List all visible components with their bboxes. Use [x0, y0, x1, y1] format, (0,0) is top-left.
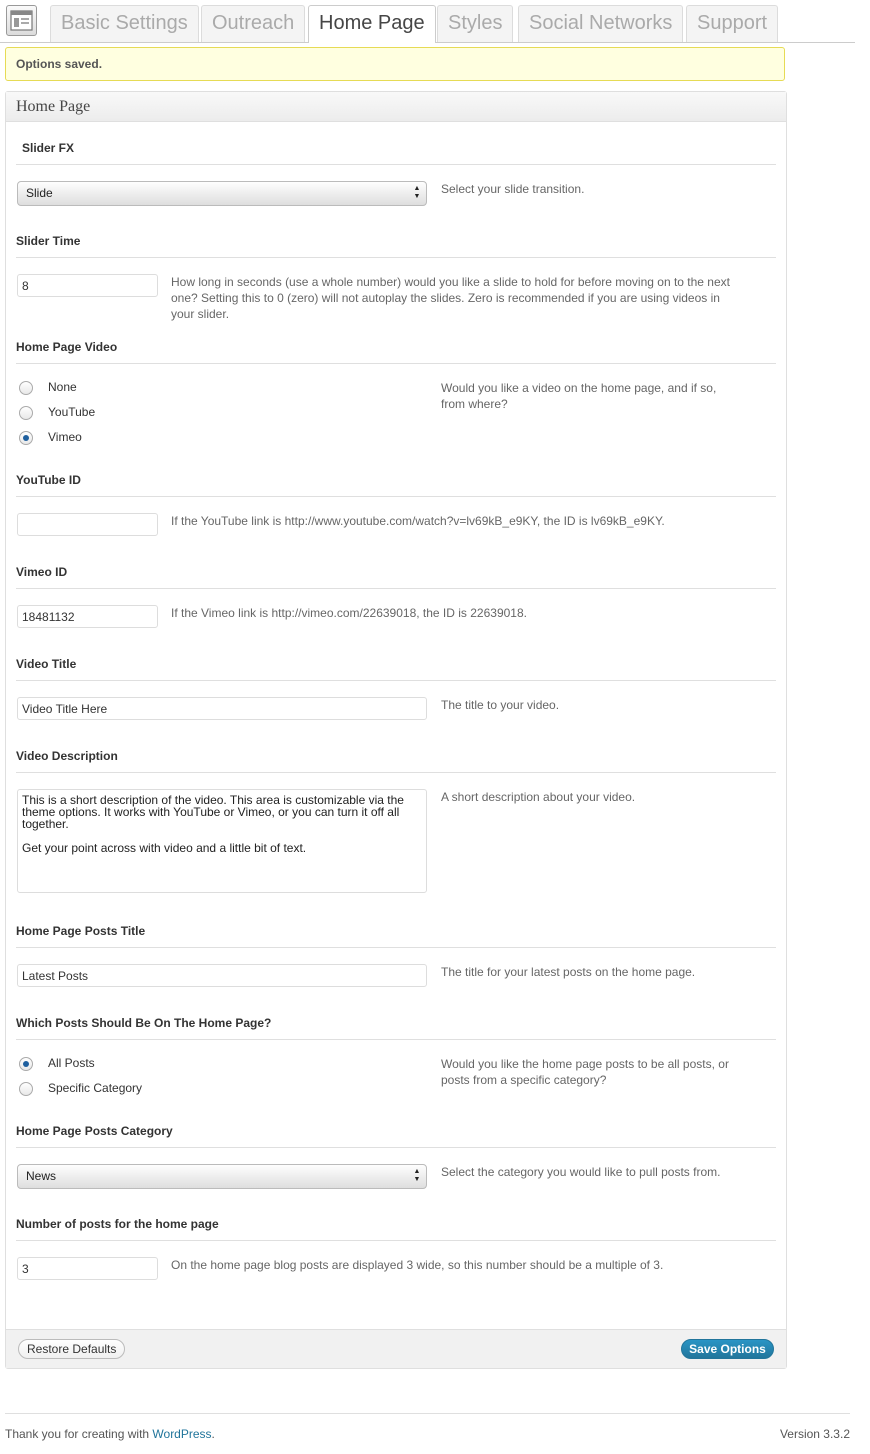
slider-fx-select[interactable]: Slide ▲ ▼ — [17, 181, 427, 206]
posts-category-select[interactable]: News ▲ ▼ — [17, 1164, 427, 1189]
posts-category-desc: Select the category you would like to pu… — [441, 1165, 721, 1179]
vimeo-id-input[interactable] — [17, 605, 158, 628]
vimeo-id-title: Vimeo ID — [16, 565, 68, 579]
posts-radio-all[interactable] — [19, 1057, 33, 1071]
divider — [16, 772, 776, 773]
divider — [16, 1039, 776, 1040]
video-radio-youtube[interactable] — [19, 406, 33, 420]
tab-basic-settings[interactable]: Basic Settings — [50, 5, 199, 42]
select-arrows-icon: ▲ ▼ — [413, 1168, 421, 1183]
slider-fx-title: Slider FX — [22, 141, 75, 155]
tab-outreach[interactable]: Outreach — [201, 5, 306, 42]
divider — [16, 680, 776, 681]
wordpress-link[interactable]: WordPress — [152, 1427, 211, 1441]
home-page-video-title: Home Page Video — [16, 340, 118, 354]
slider-time-desc: How long in seconds (use a whole number)… — [171, 275, 730, 321]
footer-divider — [5, 1413, 850, 1414]
num-posts-input[interactable] — [17, 1257, 158, 1280]
tab-home-page[interactable]: Home Page — [308, 5, 436, 43]
num-posts-desc: On the home page blog posts are displaye… — [171, 1258, 664, 1272]
slider-time-input[interactable] — [17, 274, 158, 297]
vimeo-id-desc: If the Vimeo link is http://vimeo.com/22… — [171, 606, 527, 620]
which-posts-title: Which Posts Should Be On The Home Page? — [16, 1016, 272, 1030]
video-description-title: Video Description — [16, 749, 118, 763]
posts-radio-category[interactable] — [19, 1082, 33, 1096]
home-page-options-panel: Home Page Slider FX Slide ▲ ▼ Select your… — [5, 91, 787, 1369]
tab-social-networks[interactable]: Social Networks — [518, 5, 684, 42]
video-radio-none[interactable] — [19, 381, 33, 395]
home-page-video-desc: Would you like a video on the home page,… — [441, 381, 717, 411]
video-option-youtube: YouTube — [48, 405, 96, 419]
slider-time-title: Slider Time — [16, 234, 81, 248]
divider — [16, 947, 776, 948]
select-arrows-icon: ▲ ▼ — [413, 185, 421, 200]
restore-defaults-button[interactable]: Restore Defaults — [18, 1339, 126, 1359]
video-title-desc: The title to your video. — [441, 698, 560, 712]
footer-credit: Thank you for creating with WordPress. — [5, 1427, 215, 1441]
divider — [16, 496, 776, 497]
which-posts-desc: Would you like the home page posts to be… — [441, 1057, 729, 1087]
youtube-id-title: YouTube ID — [16, 473, 81, 487]
divider — [16, 164, 776, 165]
num-posts-title: Number of posts for the home page — [16, 1217, 219, 1231]
theme-options-icon — [6, 5, 37, 36]
posts-category-value: News — [26, 1169, 57, 1183]
version-label: Version 3.3.2 — [779, 1427, 850, 1441]
video-option-vimeo: Vimeo — [48, 430, 82, 444]
footer-credit-text: Thank you for creating with — [5, 1427, 153, 1441]
divider — [16, 1240, 776, 1241]
footer-credit-period: . — [211, 1427, 215, 1441]
youtube-id-input[interactable] — [17, 513, 158, 536]
divider — [16, 588, 776, 589]
options-saved-notice: Options saved. — [5, 47, 785, 81]
video-title-input[interactable] — [17, 697, 427, 720]
posts-title-title: Home Page Posts Title — [16, 924, 146, 938]
posts-option-all: All Posts — [48, 1056, 95, 1070]
divider — [16, 363, 776, 364]
save-options-button[interactable]: Save Options — [681, 1339, 774, 1359]
video-option-none: None — [48, 380, 77, 394]
slider-fx-value: Slide — [26, 186, 53, 200]
video-title-title: Video Title — [16, 657, 77, 671]
video-description-desc: A short description about your video. — [441, 790, 636, 804]
panel-header: Home Page — [6, 92, 786, 122]
tab-bar: Basic Settings Outreach Home Page Styles… — [0, 0, 855, 43]
tab-support[interactable]: Support — [686, 5, 779, 42]
video-radio-vimeo[interactable] — [19, 431, 33, 445]
tab-styles[interactable]: Styles — [437, 5, 514, 42]
posts-title-desc: The title for your latest posts on the h… — [441, 965, 696, 979]
video-description-textarea[interactable]: This is a short description of the video… — [17, 789, 427, 893]
slider-fx-desc: Select your slide transition. — [441, 182, 585, 196]
youtube-id-desc: If the YouTube link is http://www.youtub… — [171, 514, 665, 528]
posts-category-title: Home Page Posts Category — [16, 1124, 173, 1138]
posts-option-category: Specific Category — [48, 1081, 143, 1095]
divider — [16, 1147, 776, 1148]
divider — [16, 257, 776, 258]
panel-title: Home Page — [16, 98, 91, 115]
posts-title-input[interactable] — [17, 964, 427, 987]
